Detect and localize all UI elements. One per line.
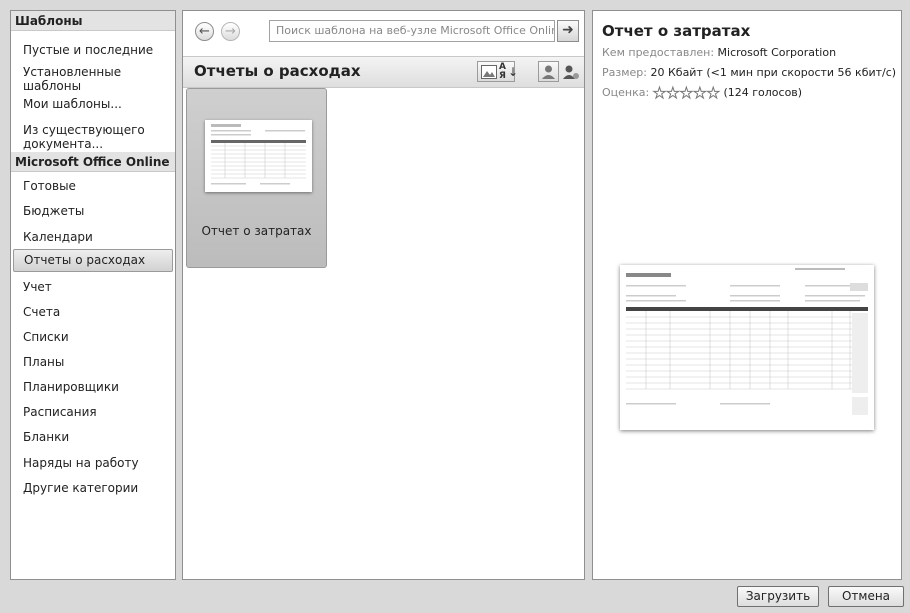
rating-stars[interactable]: ★★★★★ <box>652 85 724 101</box>
star-icon[interactable]: ★ <box>652 85 666 101</box>
template-preview-pane: Отчет о затратах Кем предоставлен: Micro… <box>592 10 902 580</box>
template-category-pane: Шаблоны Пустые и последние Установленные… <box>10 10 176 580</box>
votes-count: (124 голосов) <box>723 86 803 99</box>
sidebar-item-budgets[interactable]: Бюджеты <box>13 204 173 218</box>
sidebar-item-installed[interactable]: Установленные шаблоны <box>13 65 173 93</box>
sidebar-item-blank-recent[interactable]: Пустые и последние <box>13 43 173 57</box>
search-input[interactable]: Поиск шаблона на веб-узле Microsoft Offi… <box>269 20 555 42</box>
sidebar-item-lists[interactable]: Списки <box>13 330 173 344</box>
template-tile-label: Отчет о затратах <box>201 224 312 238</box>
online-heading: Microsoft Office Online <box>11 152 175 172</box>
sidebar-item-forms[interactable]: Бланки <box>13 430 173 444</box>
sidebar-item-calendars[interactable]: Календари <box>13 230 173 244</box>
forward-arrow-icon[interactable]: → <box>221 22 240 41</box>
template-thumbnail <box>205 120 312 192</box>
provided-by-value: Microsoft Corporation <box>717 46 837 59</box>
sidebar-item-invoices[interactable]: Счета <box>13 305 173 319</box>
sort-az-icon[interactable]: AЯ <box>499 63 506 81</box>
sidebar-item-planners[interactable]: Планировщики <box>13 380 173 394</box>
size-row: Размер: 20 Кбайт (<1 мин при скорости 56… <box>602 66 896 79</box>
download-button[interactable]: Загрузить <box>737 586 819 607</box>
size-label: Размер: <box>602 66 647 79</box>
template-list-pane: ← → Поиск шаблона на веб-узле Microsoft … <box>182 10 585 580</box>
rating-row: Оценка: ★★★★★ (124 голосов) <box>602 85 803 101</box>
sidebar-item-featured[interactable]: Готовые <box>13 179 173 193</box>
size-value: 20 Кбайт (<1 мин при скорости 56 кбит/с) <box>650 66 897 79</box>
sidebar-item-other-categories[interactable]: Другие категории <box>13 481 173 495</box>
sidebar-item-expense-reports[interactable]: Отчеты о расходах <box>13 249 173 272</box>
template-tile[interactable]: Отчет о затратах <box>186 88 327 268</box>
provided-by-label: Кем предоставлен: <box>602 46 715 59</box>
star-icon[interactable]: ★ <box>679 85 693 101</box>
cancel-button[interactable]: Отмена <box>828 586 904 607</box>
star-icon[interactable]: ★ <box>693 85 707 101</box>
category-header: Отчеты о расходах AЯ ↓ <box>183 56 584 88</box>
category-title: Отчеты о расходах <box>194 62 361 80</box>
star-icon[interactable]: ★ <box>666 85 680 101</box>
rating-label: Оценка: <box>602 86 650 99</box>
go-arrow-icon[interactable]: ➜ <box>557 20 579 42</box>
large-thumbnails-icon[interactable] <box>481 65 497 79</box>
preview-image <box>620 265 874 430</box>
sidebar-item-work-orders[interactable]: Наряды на работу <box>13 456 173 470</box>
sort-arrow-icon: ↓ <box>508 65 519 79</box>
back-arrow-icon[interactable]: ← <box>195 22 214 41</box>
preview-title: Отчет о затратах <box>602 22 751 40</box>
provided-by-row: Кем предоставлен: Microsoft Corporation <box>602 46 836 59</box>
templates-heading: Шаблоны <box>11 11 175 31</box>
sidebar-item-plans[interactable]: Планы <box>13 355 173 369</box>
sidebar-item-schedules[interactable]: Расписания <box>13 405 173 419</box>
sidebar-item-accounting[interactable]: Учет <box>13 280 173 294</box>
user-icon[interactable] <box>538 61 559 82</box>
star-icon[interactable]: ★ <box>706 85 720 101</box>
user-filter-icon[interactable] <box>560 61 580 82</box>
view-sort-group: AЯ ↓ <box>477 61 519 82</box>
sidebar-item-my-templates[interactable]: Мои шаблоны... <box>13 97 173 111</box>
sidebar-item-from-existing[interactable]: Из существующего документа... <box>13 123 173 151</box>
